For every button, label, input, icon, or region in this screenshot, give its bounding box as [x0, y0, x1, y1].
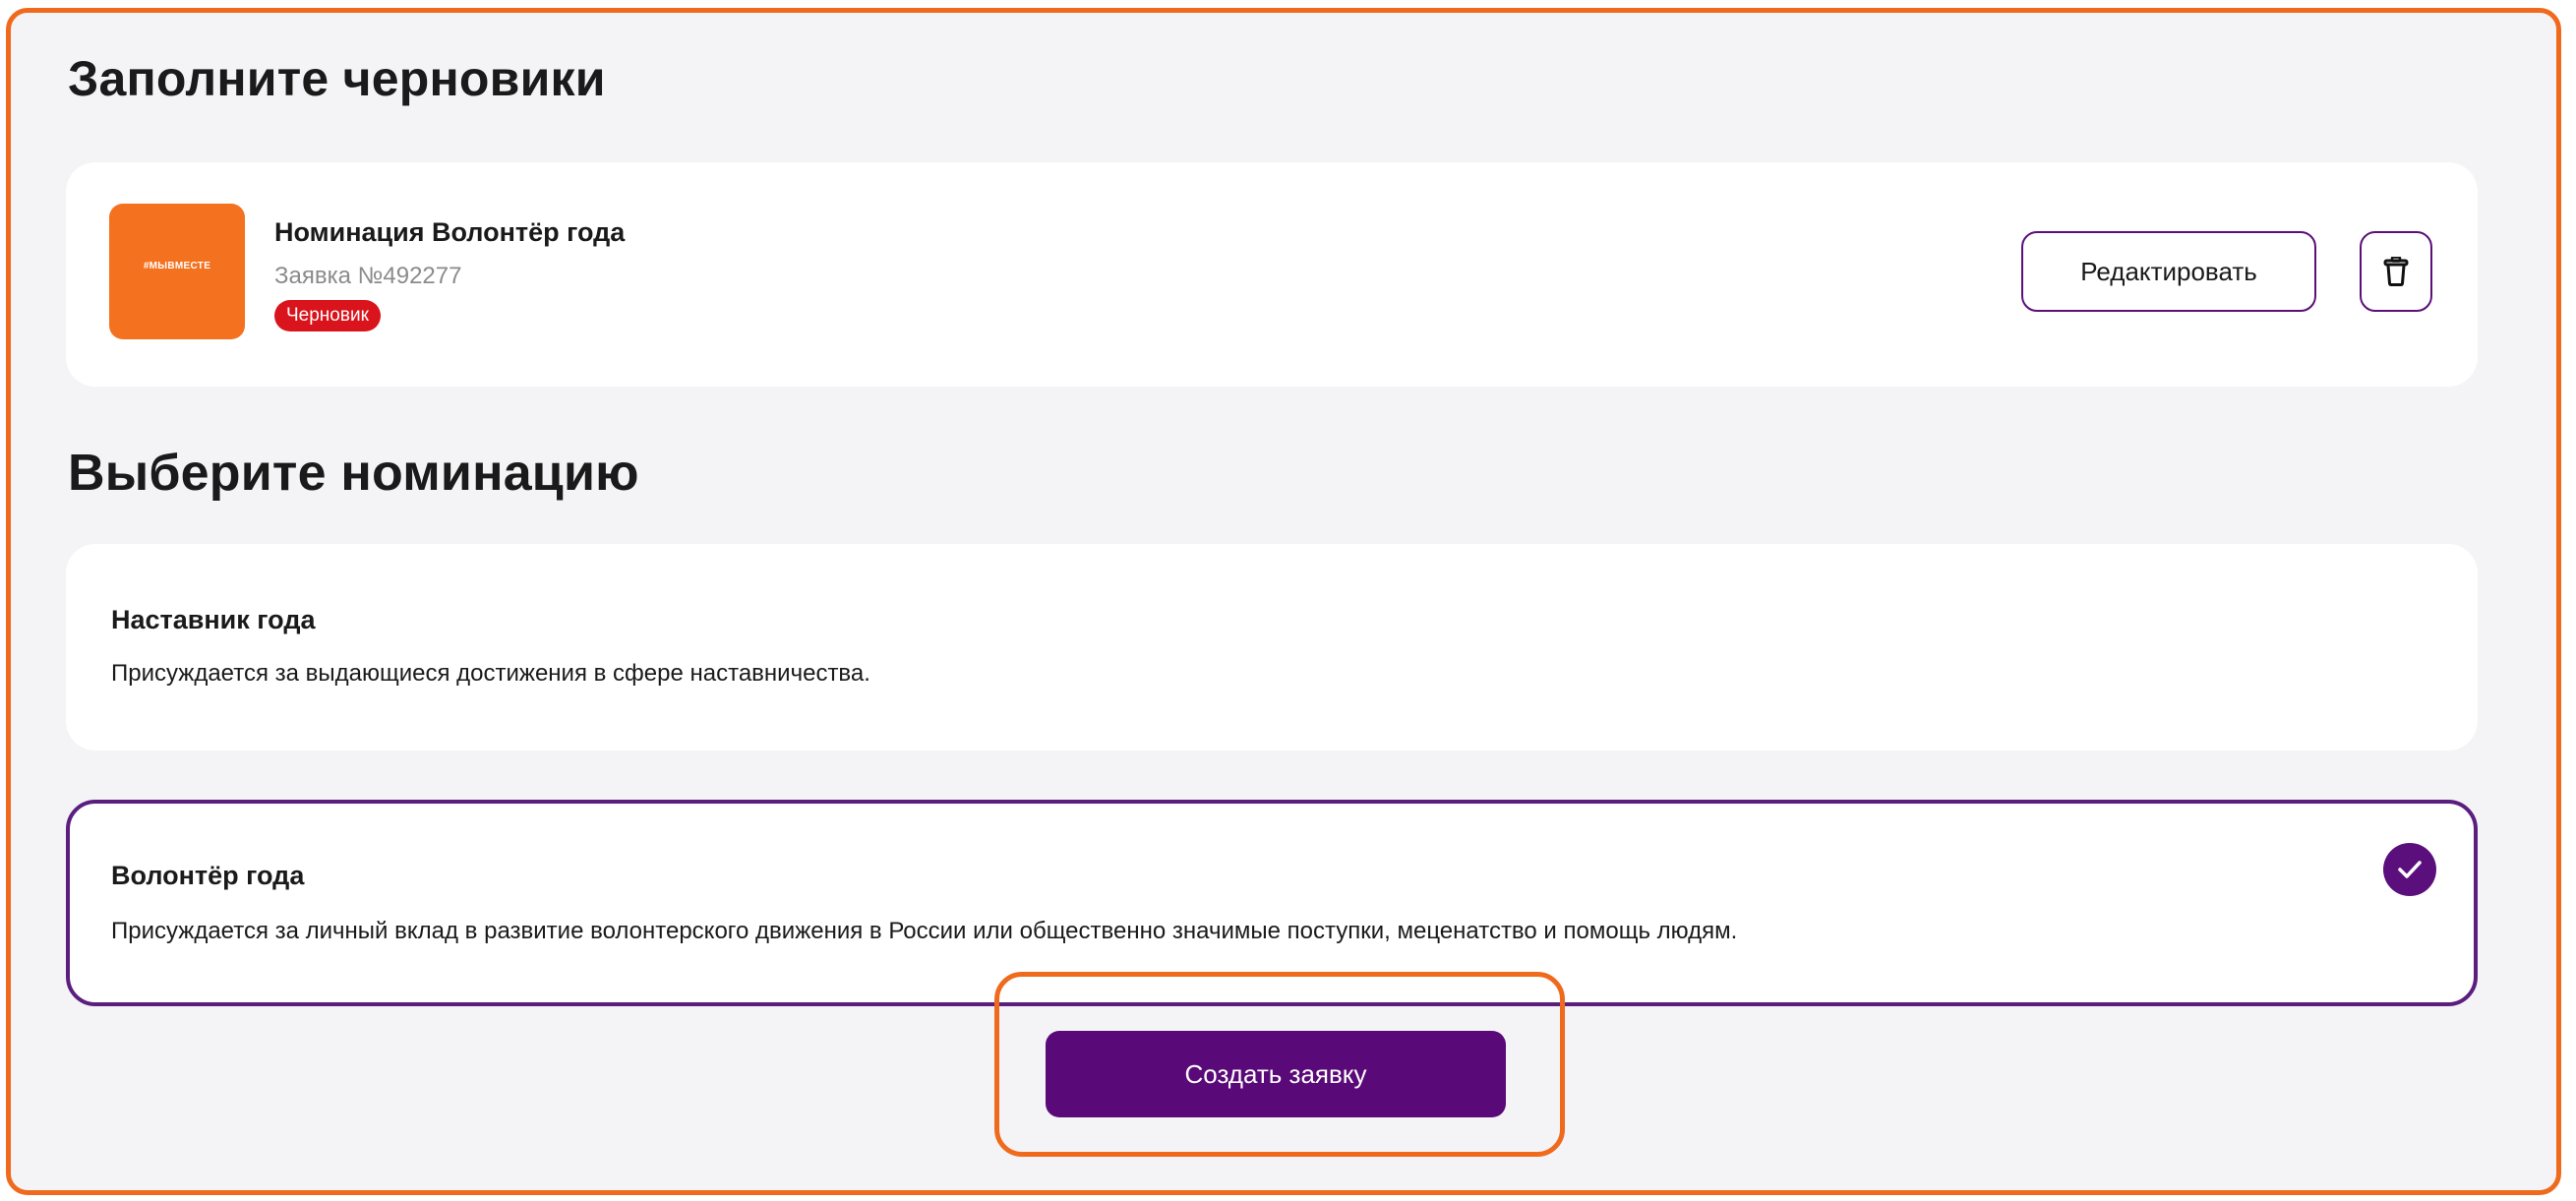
drafts-section-title: Заполните черновики [68, 51, 606, 106]
draft-card: #МЫВМЕСТЕ Номинация Волонтёр года Заявка… [66, 162, 2478, 387]
check-icon [2383, 843, 2436, 896]
trash-icon [2383, 257, 2409, 286]
checkmark-glyph [2398, 861, 2422, 878]
nomination-title: Волонтёр года [111, 861, 305, 890]
edit-button[interactable]: Редактировать [2021, 231, 2316, 312]
draft-logo-text: #МЫВМЕСТЕ [143, 261, 211, 271]
nomination-title: Наставник года [111, 605, 316, 634]
draft-logo: #МЫВМЕСТЕ [109, 204, 245, 339]
draft-number: Заявка №492277 [274, 263, 462, 289]
choose-section-title: Выберите номинацию [68, 445, 639, 502]
create-application-button[interactable]: Создать заявку [1046, 1031, 1506, 1117]
draft-status-badge: Черновик [274, 300, 381, 331]
nomination-description: Присуждается за личный вклад в развитие … [111, 918, 1738, 944]
screenshot-canvas: Заполните черновики #МЫВМЕСТЕ Номинация … [0, 0, 2576, 1201]
nomination-description: Присуждается за выдающиеся достижения в … [111, 660, 870, 687]
highlight-frame: Заполните черновики #МЫВМЕСТЕ Номинация … [6, 8, 2561, 1195]
delete-button[interactable] [2360, 231, 2432, 312]
draft-title: Номинация Волонтёр года [274, 217, 626, 247]
nomination-card-mentor[interactable]: Наставник года Присуждается за выдающиес… [66, 544, 2478, 751]
